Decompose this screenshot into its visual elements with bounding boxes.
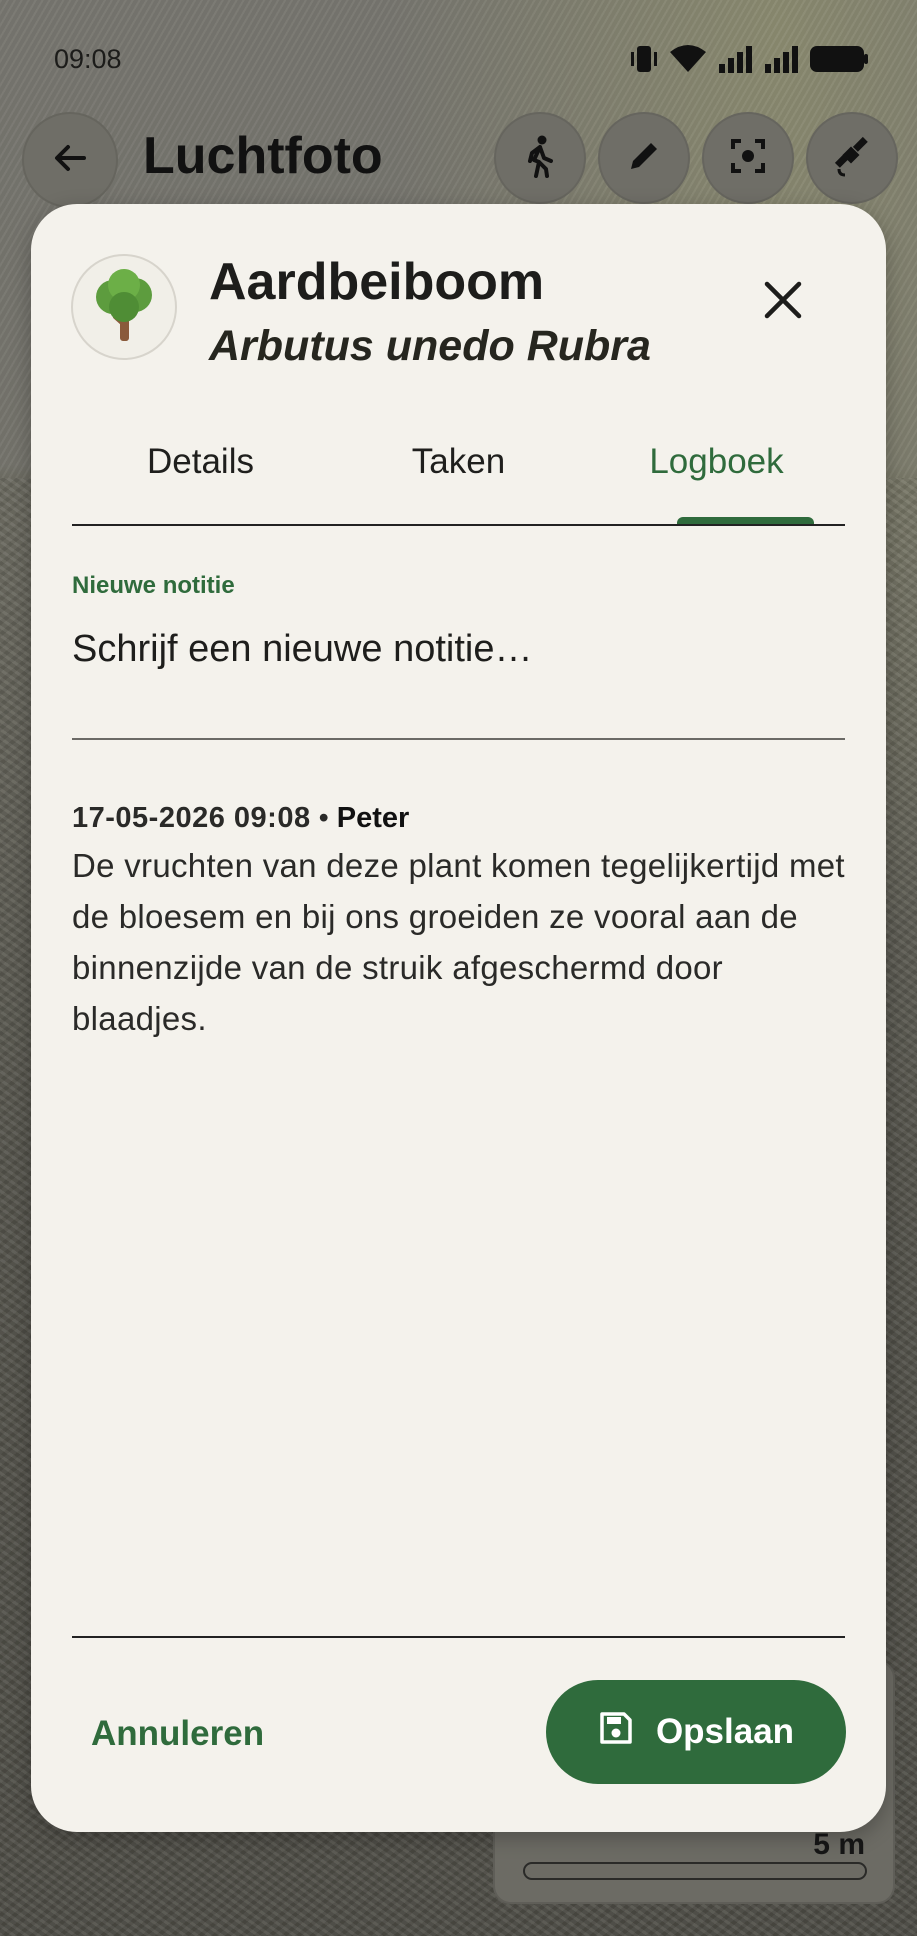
save-button-label: Opslaan <box>655 1712 795 1751</box>
vibrate-icon <box>629 43 659 75</box>
plant-avatar <box>71 254 177 360</box>
active-tab-indicator <box>677 517 814 524</box>
satellite-button[interactable] <box>806 112 898 204</box>
new-note-input[interactable]: Schrijf een nieuwe notitie… <box>72 614 845 740</box>
save-button[interactable]: Opslaan <box>546 1680 846 1784</box>
edit-pencil-icon <box>625 137 663 180</box>
walk-mode-button[interactable] <box>494 112 586 204</box>
log-entry-separator: • <box>318 802 329 834</box>
signal-icon <box>763 44 799 74</box>
plant-detail-sheet: Aardbeiboom Arbutus unedo Rubra Details … <box>31 204 886 1832</box>
focus-button[interactable] <box>702 112 794 204</box>
wifi-icon <box>669 44 707 74</box>
signal-icon <box>717 44 753 74</box>
log-entry-author: Peter <box>336 802 410 834</box>
log-entry-meta: 17-05-2026 09:08 • Peter <box>72 802 409 835</box>
new-note-placeholder: Schrijf een nieuwe notitie… <box>72 628 533 670</box>
close-button[interactable] <box>743 262 823 342</box>
satellite-icon <box>831 135 873 182</box>
center-focus-icon <box>729 137 767 180</box>
cancel-button[interactable]: Annuleren <box>91 1680 264 1788</box>
log-entry-date: 17-05-2026 09:08 <box>72 802 311 834</box>
new-note-label: Nieuwe notitie <box>72 572 235 599</box>
arrow-left-icon <box>50 138 90 183</box>
tab-taken[interactable]: Taken <box>330 422 587 522</box>
back-button[interactable] <box>22 112 118 208</box>
save-icon <box>598 1710 634 1755</box>
tab-details[interactable]: Details <box>72 422 329 522</box>
scale-label: 5 m <box>813 1828 865 1861</box>
plant-latin-name: Arbutus unedo Rubra <box>209 322 651 370</box>
tab-logboek[interactable]: Logboek <box>588 422 845 522</box>
edit-button[interactable] <box>598 112 690 204</box>
scale-bar <box>523 1862 867 1880</box>
log-entry-text: De vruchten van deze plant komen tegelij… <box>72 847 845 1037</box>
app-title: Luchtfoto <box>143 127 383 185</box>
tree-icon <box>89 267 159 348</box>
close-icon <box>763 280 803 325</box>
battery-icon <box>809 44 869 74</box>
status-icons <box>629 42 869 76</box>
tab-bar: Details Taken Logboek <box>72 422 845 526</box>
plant-name: Aardbeiboom <box>209 253 545 311</box>
footer-divider <box>72 1636 845 1638</box>
walk-icon <box>522 134 558 183</box>
status-time: 09:08 <box>54 44 122 74</box>
